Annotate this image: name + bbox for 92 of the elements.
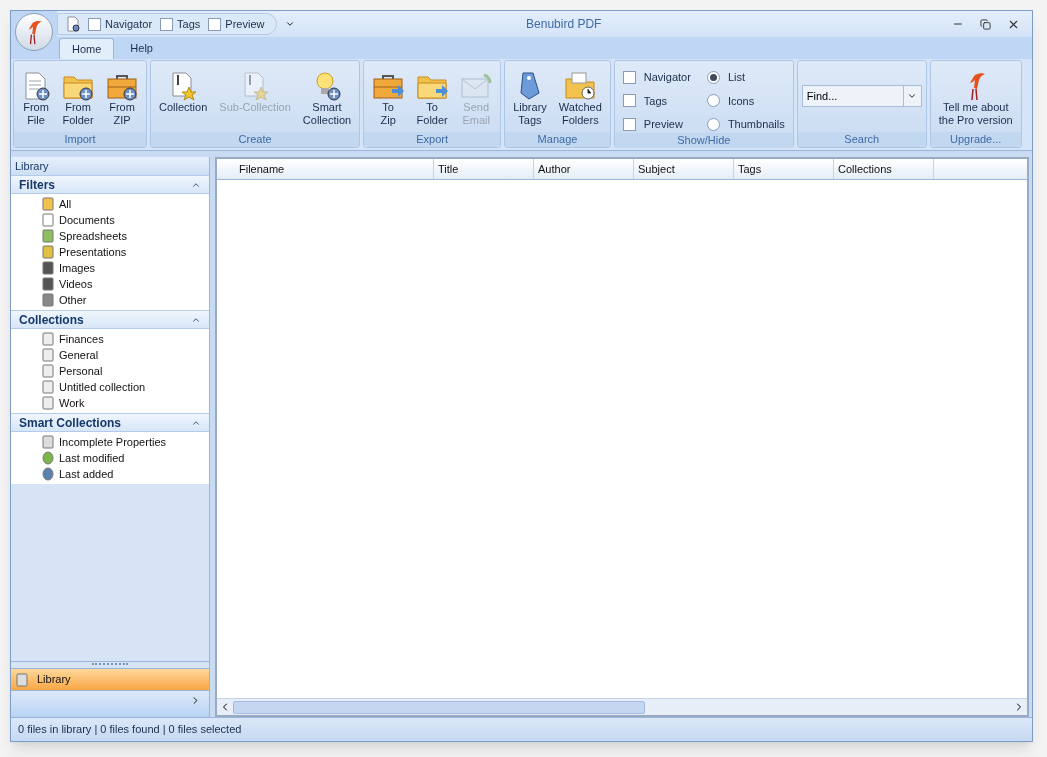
ribbon-button[interactable]: Collection — [155, 65, 212, 114]
ribbon-button[interactable]: To Folder — [412, 65, 453, 127]
checkbox[interactable] — [160, 17, 174, 31]
sidebar-item[interactable]: Incomplete Properties — [59, 433, 166, 451]
sidebar-item[interactable]: Documents — [59, 211, 115, 229]
group-label: Search — [797, 132, 926, 147]
ribbon-button[interactable]: Smart Collection — [298, 65, 356, 127]
sidebar-item[interactable]: Spreadsheets — [59, 227, 127, 245]
group-label: Create — [151, 132, 360, 147]
checkbox[interactable] — [88, 17, 101, 31]
group-label: Export — [364, 132, 501, 147]
sidebar-item[interactable]: Work — [59, 394, 85, 412]
sidebar-item[interactable]: General — [59, 346, 99, 364]
app-menu-button[interactable] — [15, 13, 53, 51]
item-icon — [41, 261, 55, 275]
group-label: Show/Hide — [614, 132, 793, 148]
column-header[interactable]: Collections — [834, 159, 934, 179]
item-icon — [41, 451, 55, 465]
column-header[interactable]: Tags — [734, 159, 834, 179]
ribbon-button[interactable]: From Folder — [58, 65, 98, 127]
option-label: Thumbnails — [727, 117, 785, 132]
caret-icon — [907, 91, 918, 101]
section-header[interactable]: Smart Collections — [11, 413, 209, 432]
group-label: Import — [14, 132, 146, 147]
column-header[interactable]: Filename — [217, 159, 434, 179]
item-icon — [41, 293, 55, 307]
status-text: 0 files in library | 0 files found | 0 files selected — [18, 722, 242, 738]
restore-icon[interactable] — [980, 18, 991, 30]
option-label: Icons — [727, 93, 755, 109]
item-icon — [41, 332, 55, 346]
sidebar-item[interactable]: Untitled collection — [59, 378, 146, 396]
search-field[interactable]: Find... — [801, 85, 904, 107]
item-icon — [41, 396, 55, 410]
ribbon-button[interactable]: From File — [18, 65, 54, 127]
checkbox[interactable] — [622, 117, 636, 131]
sidebar-item[interactable]: Last added — [59, 465, 114, 483]
column-header[interactable]: Subject — [634, 159, 734, 179]
sidebar-item[interactable]: Presentations — [59, 243, 127, 261]
group-label: Manage — [505, 132, 610, 147]
window-title: Benubird PDF — [525, 16, 603, 33]
sidebar-item[interactable]: Personal — [59, 362, 103, 380]
radio-button[interactable] — [706, 70, 720, 84]
item-icon — [41, 245, 55, 259]
sidebar-item[interactable]: Last modified — [59, 449, 125, 467]
option-label: Tags — [177, 16, 201, 32]
sidebar-item[interactable]: All — [59, 195, 72, 213]
email-icon — [460, 71, 493, 101]
option-label: Preview — [643, 117, 683, 132]
ribbon-button[interactable]: From ZIP — [102, 65, 142, 127]
ribbon-button[interactable]: Watched Folders — [554, 65, 606, 127]
document-settings-icon — [66, 16, 80, 32]
column-header[interactable]: Author — [534, 159, 634, 179]
item-icon — [41, 364, 55, 378]
option-label: List — [727, 70, 745, 85]
sidebar-item[interactable]: Images — [59, 259, 96, 277]
item-icon — [41, 467, 55, 481]
section-header[interactable]: Collections — [11, 310, 209, 329]
checkbox[interactable] — [208, 17, 222, 31]
group-label: Upgrade... — [930, 132, 1021, 147]
sidebar-title: Library — [11, 157, 209, 175]
scroll-thumb[interactable] — [233, 700, 645, 714]
checkbox[interactable] — [622, 94, 636, 108]
sidebar-item[interactable]: Videos — [59, 275, 93, 293]
column-header[interactable]: Title — [434, 159, 534, 179]
item-icon — [41, 380, 55, 394]
sidebar-item[interactable]: Finances — [59, 330, 104, 348]
item-icon — [41, 213, 55, 227]
item-icon — [41, 197, 55, 211]
item-icon — [15, 672, 29, 687]
horizontal-scrollbar[interactable] — [217, 698, 1027, 715]
item-icon — [41, 348, 55, 362]
sidebar-item[interactable]: Other — [59, 291, 87, 309]
nav-button[interactable]: Library — [11, 668, 209, 691]
ribbon-tab[interactable]: Help — [118, 38, 165, 59]
ribbon-button[interactable]: Tell me about the Pro version — [934, 65, 1017, 127]
ribbon-button[interactable]: To Zip — [368, 65, 409, 127]
item-icon — [41, 229, 55, 243]
option-label: Preview — [225, 16, 265, 32]
radio-button[interactable] — [706, 117, 720, 131]
ribbon-button[interactable]: Library Tags — [509, 65, 551, 127]
radio-button[interactable] — [706, 94, 720, 108]
section-header[interactable]: Filters — [11, 175, 209, 194]
checkbox[interactable] — [622, 70, 636, 84]
option-label: Tags — [643, 93, 668, 109]
ribbon-tab[interactable]: Home — [59, 38, 115, 59]
option-label: Navigator — [105, 16, 153, 32]
item-icon — [41, 435, 55, 449]
watched-folder-icon — [564, 71, 597, 101]
customize-icon[interactable] — [285, 19, 296, 29]
add-document-icon — [22, 71, 50, 101]
option-label: Navigator — [643, 70, 691, 85]
item-icon — [41, 277, 55, 291]
